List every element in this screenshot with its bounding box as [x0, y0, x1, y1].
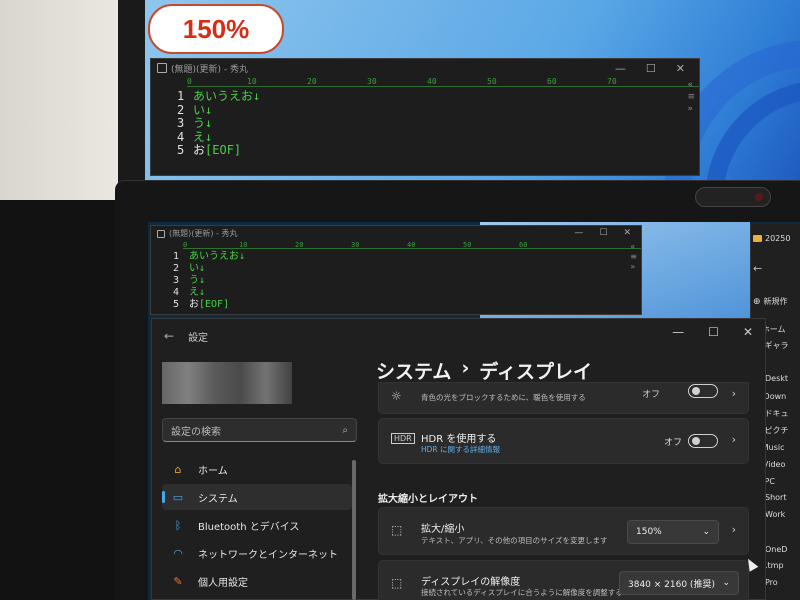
- resolution-dropdown[interactable]: 3840 × 2160 (推奨) ⌄: [619, 571, 739, 595]
- zoom-level-badge: 150%: [148, 4, 284, 54]
- chevron-right-icon[interactable]: ›: [732, 433, 736, 446]
- maximize-icon[interactable]: ☐: [599, 228, 607, 238]
- explorer-item[interactable]: .tmp: [765, 561, 784, 570]
- scale-icon: ⬚: [391, 523, 403, 537]
- explorer-item[interactable]: OneD: [765, 545, 787, 554]
- nav-scrollbar[interactable]: [352, 460, 356, 600]
- explorer-item[interactable]: Short: [765, 493, 786, 502]
- night-light-toggle[interactable]: [688, 384, 718, 398]
- app-icon: [157, 229, 165, 238]
- ruler-mark: 70: [607, 77, 617, 86]
- close-icon[interactable]: ✕: [623, 228, 631, 238]
- resolution-card[interactable]: ⬚ ディスプレイの解像度 接続されているディスプレイに合うように解像度を調整する…: [378, 560, 749, 600]
- editor-window-small[interactable]: (無題)(更新) - 秀丸 — ☐ ✕ 0 10 20 30 40 50 60 …: [150, 225, 642, 315]
- explorer-tab[interactable]: 20250: [765, 234, 790, 243]
- ruler-mark: 0: [187, 77, 192, 86]
- explorer-item[interactable]: ドキュ: [765, 408, 789, 419]
- explorer-new-button[interactable]: 新規作: [764, 296, 788, 307]
- explorer-item[interactable]: Work: [765, 510, 785, 519]
- section-heading-scale-layout: 拡大縮小とレイアウト: [378, 494, 478, 505]
- editor-line: 3 う↓: [177, 116, 213, 130]
- explorer-item[interactable]: Down: [764, 392, 787, 401]
- search-icon: ⌕: [342, 424, 348, 436]
- explorer-item[interactable]: ギャラ: [765, 340, 789, 351]
- maximize-icon[interactable]: ☐: [646, 62, 656, 75]
- sun-icon: ☼: [391, 389, 402, 403]
- window-controls: — ☐ ✕: [672, 325, 753, 339]
- editor-text-area[interactable]: 1 あいうえお↓ 2 い↓ 3 う↓ 4 え↓ 5 お [EOF]: [151, 87, 699, 158]
- resolution-icon: ⬚: [391, 576, 403, 590]
- nav-item-bluetooth[interactable]: ᛒ Bluetooth とデバイス: [162, 512, 352, 538]
- breadcrumb-display: ディスプレイ: [479, 361, 592, 383]
- breadcrumb-system[interactable]: システム: [376, 357, 451, 384]
- window-controls: — ☐ ✕: [574, 228, 631, 238]
- folder-icon: [753, 235, 762, 242]
- hdr-icon: HDR: [391, 433, 415, 444]
- explorer-item[interactable]: Deskt: [765, 374, 788, 383]
- minimize-icon[interactable]: —: [615, 62, 626, 75]
- ruler-mark: 40: [427, 77, 437, 86]
- nav-item-network[interactable]: ◠ ネットワークとインターネット: [162, 540, 352, 566]
- editor-window-large[interactable]: (無題)(更新) - 秀丸 — ☐ ✕ 0 10 20 30 40 50 60 …: [150, 58, 700, 176]
- side-arrows-icon[interactable]: «≡»: [630, 242, 637, 272]
- night-light-card[interactable]: ☼ 青色の光をブロックするために、暖色を使用する オフ ›: [378, 382, 749, 414]
- wifi-icon: ◠: [173, 546, 183, 560]
- ruler-mark: 30: [367, 77, 377, 86]
- back-arrow-icon[interactable]: ←: [164, 329, 174, 343]
- close-icon[interactable]: ✕: [743, 325, 753, 339]
- monitor-icon: ▭: [172, 490, 184, 504]
- page-title: システム › ディスプレイ: [376, 357, 592, 384]
- nav-item-personalization[interactable]: ✎ 個人用設定: [162, 568, 352, 594]
- maximize-icon[interactable]: ☐: [708, 325, 719, 339]
- minimize-icon[interactable]: —: [672, 325, 684, 339]
- explorer-item[interactable]: Pro: [765, 578, 778, 587]
- user-avatar-blurred: [162, 362, 292, 404]
- chevron-right-icon[interactable]: ›: [732, 523, 736, 536]
- editor-title: (無題)(更新) - 秀丸: [171, 64, 249, 75]
- app-icon: [157, 63, 167, 73]
- settings-app-title: 設定: [188, 332, 209, 344]
- wall-background: [0, 0, 120, 200]
- minimize-icon[interactable]: —: [574, 228, 583, 238]
- settings-search-input[interactable]: 設定の検索 ⌕: [162, 418, 357, 442]
- editor-line: 2 い↓: [177, 102, 213, 117]
- ruler-mark: 20: [307, 77, 317, 86]
- ruler: 0 10 20 30 40 50 60: [183, 241, 641, 249]
- ruler: 0 10 20 30 40 50 60 70: [187, 77, 699, 87]
- hdr-card[interactable]: HDR HDR を使用する HDR に関する詳細情報 オフ ›: [378, 418, 749, 464]
- bluetooth-icon: ᛒ: [174, 518, 182, 532]
- photo-scene: 150% (無題)(更新) - 秀丸 — ☐ ✕ 0 10 20 30 40 5…: [0, 0, 800, 600]
- brush-icon: ✎: [173, 574, 183, 588]
- hdr-toggle[interactable]: [688, 434, 718, 448]
- ruler-mark: 60: [547, 77, 557, 86]
- editor-title: (無題)(更新) - 秀丸: [169, 229, 238, 238]
- editor-line: 4 え↓: [177, 129, 213, 144]
- explorer-item[interactable]: PC: [765, 477, 775, 486]
- window-controls: — ☐ ✕: [615, 62, 685, 75]
- back-arrow-icon[interactable]: ←: [753, 262, 762, 275]
- chevron-down-icon: ⌄: [702, 527, 710, 537]
- nav-item-home[interactable]: ⌂ ホーム: [162, 456, 352, 482]
- chevron-right-icon[interactable]: ›: [732, 387, 736, 400]
- ruler-mark: 10: [247, 77, 257, 86]
- nav-item-system[interactable]: ▭ システム: [162, 484, 352, 510]
- editor-text-area[interactable]: 1 あいうえお↓ 2 い↓ 3 う↓ 4 え↓ 5 お [EOF]: [151, 249, 641, 311]
- scale-dropdown[interactable]: 150% ⌄: [627, 520, 719, 544]
- editor-line: 1 あいうえお↓: [177, 89, 261, 103]
- plus-icon: ⊕: [753, 296, 761, 307]
- ruler-mark: 50: [487, 77, 497, 86]
- chevron-down-icon: ⌄: [722, 578, 730, 588]
- scale-card[interactable]: ⬚ 拡大/縮小 テキスト、アプリ、その他の項目のサイズを変更します 150% ⌄…: [378, 507, 749, 555]
- editor-line: 5 お [EOF]: [177, 143, 242, 157]
- side-arrows-icon[interactable]: «≡»: [687, 79, 695, 115]
- hdr-info-link[interactable]: HDR に関する詳細情報: [421, 444, 500, 455]
- close-icon[interactable]: ✕: [676, 62, 685, 75]
- explorer-item[interactable]: ピクチ: [765, 425, 789, 436]
- home-icon: ⌂: [174, 462, 182, 476]
- explorer-item[interactable]: Video: [763, 460, 785, 469]
